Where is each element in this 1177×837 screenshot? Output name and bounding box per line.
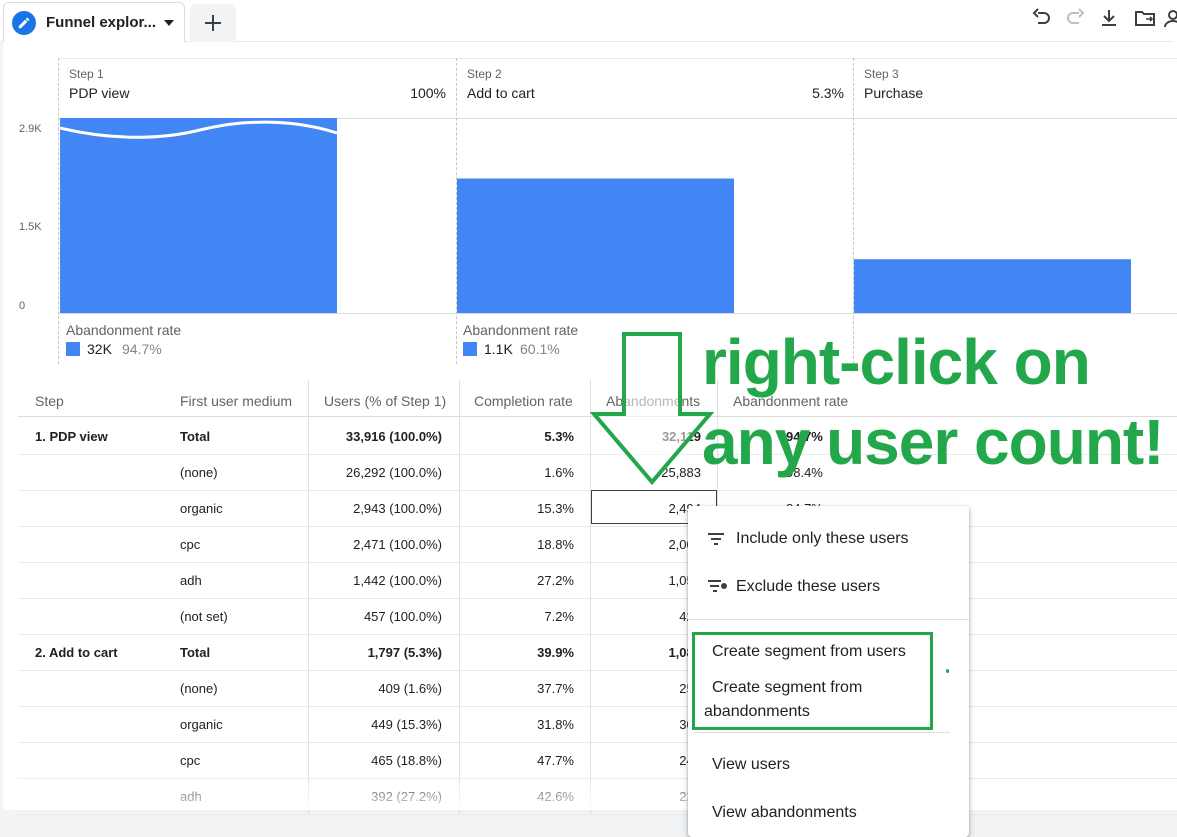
funnel-bars: [59, 118, 1131, 313]
row-medium: (none): [180, 681, 218, 696]
column-separator: [590, 706, 591, 742]
column-separator: [590, 670, 591, 706]
row-completion-rate: 7.2%: [544, 609, 574, 624]
row-abandonments[interactable]: 2,006: [591, 537, 701, 552]
legend-swatch-1: [66, 342, 80, 356]
row-separator: [18, 526, 1177, 527]
column-separator: [308, 670, 309, 706]
row-completion-rate: 5.3%: [544, 429, 574, 444]
row-medium: Total: [180, 645, 211, 660]
annotation-line-2: any user count!: [702, 406, 1165, 478]
row-medium: cpc: [180, 537, 201, 552]
funnel-bar-step-3[interactable]: [854, 259, 1131, 313]
row-separator: [18, 634, 1177, 635]
menu-view-users[interactable]: View users: [712, 756, 790, 774]
header-completion-rate[interactable]: Completion rate: [474, 393, 573, 409]
row-users-count[interactable]: 1,797 (5.3%): [309, 645, 442, 660]
column-separator: [459, 598, 460, 634]
abandonment-count-2: 1.1K: [484, 341, 513, 357]
menu-view-abandonments[interactable]: View abandonments: [712, 804, 857, 822]
row-medium: (not set): [180, 609, 228, 624]
abandonment-rate-1: 94.7%: [122, 341, 162, 357]
column-separator: [459, 454, 460, 490]
row-users-count[interactable]: 457 (100.0%): [309, 609, 442, 624]
row-users-count[interactable]: 2,471 (100.0%): [309, 537, 442, 552]
column-separator: [459, 670, 460, 706]
annotation-dot: [946, 669, 949, 673]
table-fade-overlay: [15, 770, 715, 810]
row-completion-rate: 47.7%: [537, 753, 574, 768]
row-users-count[interactable]: 465 (18.8%): [309, 753, 442, 768]
row-medium: Total: [180, 429, 211, 444]
column-separator: [308, 454, 309, 490]
row-abandonments[interactable]: 1,050: [591, 573, 701, 588]
abandonment-count-1: 32K: [87, 341, 112, 357]
legend-swatch-2: [463, 342, 477, 356]
row-users-count[interactable]: 26,292 (100.0%): [309, 465, 442, 480]
menu-exclude-users[interactable]: Exclude these users: [736, 578, 880, 596]
funnel-bar-step-1[interactable]: [60, 118, 337, 313]
row-abandonments[interactable]: 255: [591, 681, 701, 696]
annotation-line-1: right-click on: [702, 326, 1091, 398]
row-abandonments[interactable]: 424: [591, 609, 701, 624]
header-step[interactable]: Step: [35, 393, 64, 409]
row-separator: [18, 814, 1177, 815]
row-medium: cpc: [180, 753, 201, 768]
row-separator: [18, 706, 1177, 707]
menu-include-users[interactable]: Include only these users: [736, 530, 909, 548]
row-medium: organic: [180, 717, 223, 732]
column-separator: [459, 634, 460, 670]
column-separator: [308, 598, 309, 634]
row-completion-rate: 1.6%: [544, 465, 574, 480]
row-medium: adh: [180, 573, 202, 588]
row-completion-rate: 27.2%: [537, 573, 574, 588]
row-medium: (none): [180, 465, 218, 480]
row-abandonments[interactable]: 243: [591, 753, 701, 768]
funnel-bar-step-2[interactable]: [457, 178, 734, 313]
abandonment-rate-2: 60.1%: [520, 341, 560, 357]
column-separator: [308, 634, 309, 670]
abandonment-label-2: Abandonment rate: [463, 322, 579, 338]
column-separator: [308, 706, 309, 742]
column-separator: [308, 562, 309, 598]
filter-icon: [708, 533, 724, 545]
row-users-count[interactable]: 33,916 (100.0%): [309, 429, 442, 444]
row-separator: [18, 670, 1177, 671]
header-first-user-medium[interactable]: First user medium: [180, 393, 292, 409]
column-separator: [459, 526, 460, 562]
row-separator: [18, 742, 1177, 743]
column-separator: [459, 562, 460, 598]
row-users-count[interactable]: 409 (1.6%): [309, 681, 442, 696]
segment-options-highlight: [692, 632, 933, 730]
row-abandonments[interactable]: 1,080: [591, 645, 701, 660]
row-completion-rate: 31.8%: [537, 717, 574, 732]
row-completion-rate: 18.8%: [537, 537, 574, 552]
row-step-label: 1. PDP view: [35, 429, 108, 444]
abandonment-label-1: Abandonment rate: [66, 322, 182, 338]
column-separator: [308, 418, 309, 454]
row-abandonments[interactable]: 306: [591, 717, 701, 732]
column-separator: [459, 706, 460, 742]
column-separator: [308, 526, 309, 562]
row-medium: organic: [180, 501, 223, 516]
row-completion-rate: 37.7%: [537, 681, 574, 696]
down-arrow-annotation: [589, 332, 715, 486]
column-separator: [590, 598, 591, 634]
row-separator: [18, 562, 1177, 563]
row-separator: [18, 598, 1177, 599]
row-step-label: 2. Add to cart: [35, 645, 118, 660]
row-users-count[interactable]: 2,943 (100.0%): [309, 501, 442, 516]
row-completion-rate: 15.3%: [537, 501, 574, 516]
column-separator: [459, 418, 460, 454]
column-separator: [459, 490, 460, 526]
column-separator: [590, 526, 591, 562]
column-separator: [308, 490, 309, 526]
row-users-count[interactable]: 449 (15.3%): [309, 717, 442, 732]
column-separator: [590, 634, 591, 670]
row-users-count[interactable]: 1,442 (100.0%): [309, 573, 442, 588]
header-users[interactable]: Users (% of Step 1): [324, 393, 446, 409]
row-completion-rate: 39.9%: [537, 645, 574, 660]
column-separator: [590, 562, 591, 598]
filter-exclude-icon: [708, 580, 727, 592]
